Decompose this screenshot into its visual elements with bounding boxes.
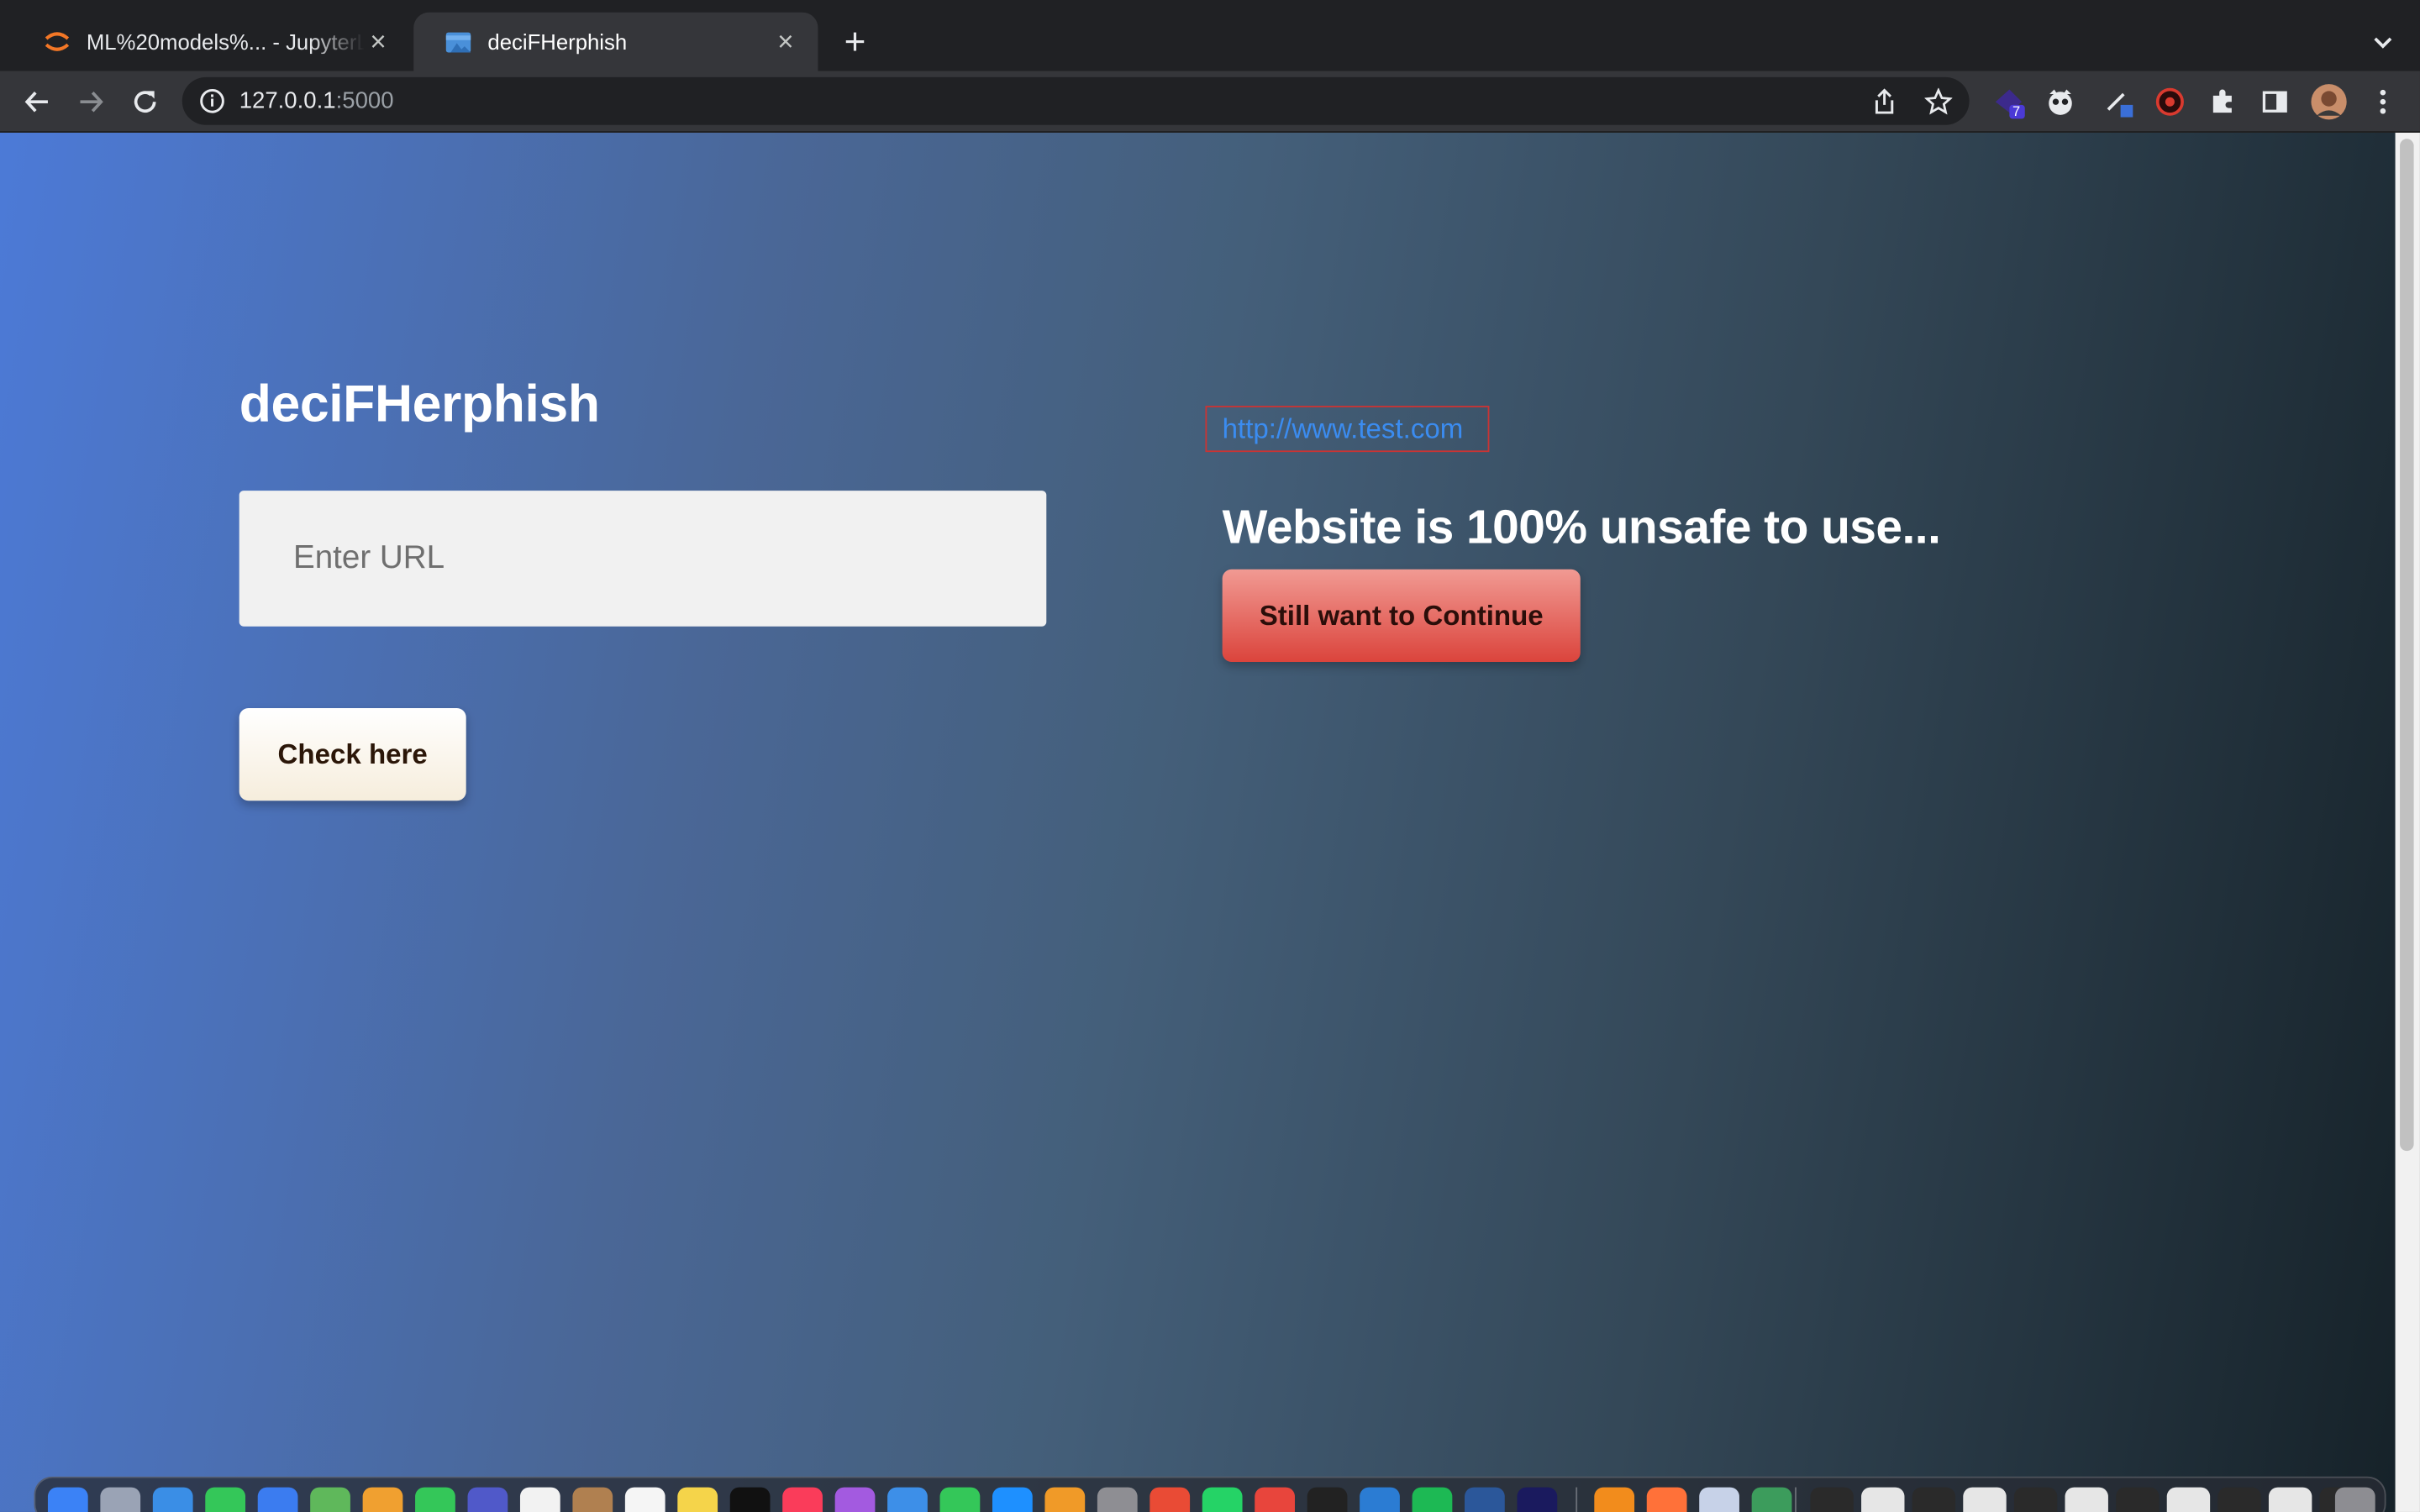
minimized-window-thumbnail[interactable] — [2166, 1487, 2211, 1512]
dock-separator — [1795, 1487, 1797, 1512]
tab-deciFHerphish[interactable]: deciFHerphish × — [413, 12, 818, 71]
tab-title: deciFHerphish — [487, 29, 628, 55]
pages-icon[interactable] — [1044, 1487, 1086, 1512]
minimized-window-thumbnail[interactable] — [1963, 1487, 2007, 1512]
back-icon[interactable] — [15, 81, 58, 123]
minimized-window-thumbnail[interactable] — [1912, 1487, 1956, 1512]
page-viewport: deciFHerphish Check here http://www.test… — [0, 132, 2396, 1512]
url-input[interactable] — [239, 491, 1047, 627]
spotify-icon[interactable] — [1412, 1487, 1453, 1512]
finder-icon[interactable] — [47, 1487, 88, 1512]
mail-icon[interactable] — [257, 1487, 298, 1512]
minimized-window-thumbnail[interactable] — [2065, 1487, 2108, 1512]
minimized-window-thumbnail[interactable] — [2268, 1487, 2312, 1512]
trash-icon[interactable] — [2334, 1487, 2375, 1512]
address-port: :5000 — [335, 87, 394, 114]
appstore-icon[interactable] — [992, 1487, 1033, 1512]
close-tab-icon[interactable]: × — [771, 25, 799, 56]
appletv-icon[interactable] — [729, 1487, 771, 1512]
tab-strip: ML%20models%... - JupyterLab × deciFHerp… — [0, 0, 2420, 71]
mascot-extension-icon[interactable] — [2042, 83, 2079, 120]
tab-title: ML%20models%... - JupyterLab — [86, 29, 365, 55]
terminal-icon[interactable] — [1307, 1487, 1348, 1512]
record-extension-icon[interactable] — [2151, 83, 2188, 120]
calendar-icon[interactable] — [519, 1487, 560, 1512]
macos-dock — [34, 1476, 2386, 1512]
minimized-window-thumbnail[interactable] — [2116, 1487, 2160, 1512]
activity-icon[interactable] — [1751, 1487, 1792, 1512]
minimized-window-thumbnail[interactable] — [1810, 1487, 1854, 1512]
bookmark-star-icon[interactable] — [1923, 87, 1954, 118]
notes-icon[interactable] — [677, 1487, 718, 1512]
address-host: 127.0.0.1 — [239, 87, 336, 114]
forward-icon[interactable] — [70, 81, 113, 123]
reminders-icon[interactable] — [624, 1487, 666, 1512]
messages-icon[interactable] — [205, 1487, 246, 1512]
safari-icon[interactable] — [152, 1487, 193, 1512]
site-info-icon[interactable] — [197, 87, 227, 116]
address-text: 127.0.0.1:5000 — [239, 88, 394, 114]
whatsapp-icon[interactable] — [1202, 1487, 1243, 1512]
folder-icon — [445, 28, 472, 55]
teams-icon[interactable] — [467, 1487, 508, 1512]
extension-badge-icon[interactable]: 7 — [1991, 83, 2028, 120]
preview-icon[interactable] — [887, 1487, 928, 1512]
picker-extension-icon[interactable] — [2101, 83, 2138, 120]
jupyter-icon — [43, 28, 71, 55]
minimized-window-thumbnail[interactable] — [1861, 1487, 1905, 1512]
vscode-icon[interactable] — [1360, 1487, 1400, 1512]
contacts-icon[interactable] — [572, 1487, 613, 1512]
settings-icon[interactable] — [1097, 1487, 1138, 1512]
result-url-link[interactable]: http://www.test.com — [1205, 406, 1490, 453]
check-button[interactable]: Check here — [239, 708, 466, 801]
dock-separator — [1576, 1487, 1578, 1512]
minimized-window-thumbnail[interactable] — [2013, 1487, 2058, 1512]
tab-search-icon[interactable] — [2361, 22, 2404, 65]
brand-title: deciFHerphish — [239, 375, 600, 434]
chrome-icon[interactable] — [1255, 1487, 1295, 1512]
minimized-window-thumbnail[interactable] — [2217, 1487, 2261, 1512]
maps-icon[interactable] — [310, 1487, 350, 1512]
facetime-icon[interactable] — [415, 1487, 455, 1512]
launchpad-icon[interactable] — [100, 1487, 141, 1512]
continue-button[interactable]: Still want to Continue — [1222, 569, 1581, 662]
browser-menu-icon[interactable] — [2365, 83, 2402, 120]
aftereffects-icon[interactable] — [1517, 1487, 1558, 1512]
share-icon[interactable] — [1869, 87, 1900, 118]
close-tab-icon[interactable]: × — [364, 25, 392, 56]
remote-icon[interactable] — [1150, 1487, 1191, 1512]
address-bar[interactable]: 127.0.0.1:5000 — [182, 76, 1970, 125]
result-message: Website is 100% unsafe to use... — [1222, 500, 1941, 554]
extensions-puzzle-icon[interactable] — [2204, 83, 2241, 120]
tab-jupyterlab[interactable]: ML%20models%... - JupyterLab × — [13, 13, 411, 71]
word-icon[interactable] — [1465, 1487, 1505, 1512]
extension-badge-count: 7 — [2012, 103, 2021, 119]
page-scrollbar[interactable] — [2395, 132, 2420, 1512]
music-icon[interactable] — [782, 1487, 823, 1512]
podcasts-icon[interactable] — [834, 1487, 876, 1512]
side-panel-icon[interactable] — [2256, 83, 2293, 120]
notes-app-icon[interactable] — [1699, 1487, 1739, 1512]
new-tab-button[interactable]: + — [834, 22, 876, 65]
scrollbar-thumb[interactable] — [2400, 139, 2414, 1152]
vlc-icon[interactable] — [1594, 1487, 1635, 1512]
photos-icon[interactable] — [362, 1487, 403, 1512]
profile-avatar[interactable] — [2311, 83, 2348, 120]
firefox-icon[interactable] — [1646, 1487, 1687, 1512]
numbers-icon[interactable] — [939, 1487, 981, 1512]
reload-icon[interactable] — [124, 81, 166, 123]
browser-toolbar: 127.0.0.1:5000 7 — [0, 71, 2420, 133]
